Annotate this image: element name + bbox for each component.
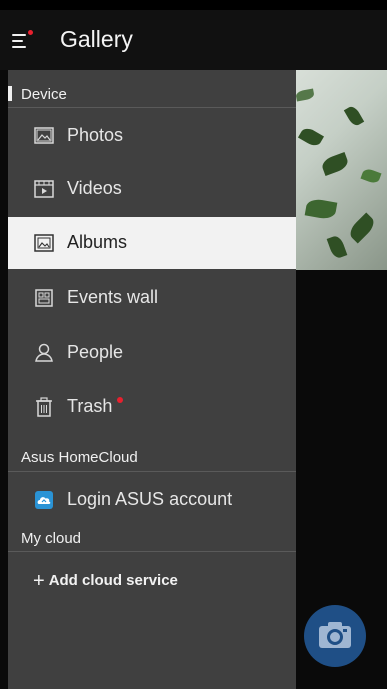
people-icon [35, 343, 53, 362]
notification-dot [28, 30, 33, 35]
app-bar: Gallery [0, 10, 387, 70]
menu-icon[interactable] [12, 30, 33, 50]
camera-icon [319, 622, 351, 648]
divider [8, 551, 296, 552]
status-bar-area [0, 0, 387, 10]
camera-button[interactable] [304, 605, 366, 667]
section-header-homecloud: Asus HomeCloud [21, 449, 138, 466]
divider [8, 107, 296, 108]
video-icon [34, 180, 54, 198]
drawer-item-events-wall[interactable]: Events wall [8, 272, 296, 324]
drawer-item-login-asus[interactable]: Login ASUS account [8, 474, 296, 526]
trash-icon [36, 397, 52, 417]
photo-icon [34, 127, 54, 144]
drawer-item-videos[interactable]: Videos [8, 163, 296, 215]
album-icon [34, 234, 54, 252]
trash-badge [117, 397, 123, 403]
asus-cloud-icon [35, 491, 53, 509]
drawer-item-trash[interactable]: Trash [8, 381, 296, 433]
section-indicator [8, 86, 12, 101]
navigation-drawer: Device Photos Videos Albums Events wall … [8, 70, 296, 689]
app-title: Gallery [60, 26, 133, 52]
drawer-item-people[interactable]: People [8, 327, 296, 379]
drawer-item-photos[interactable]: Photos [8, 110, 296, 162]
events-icon [35, 289, 53, 307]
drawer-item-albums[interactable]: Albums [8, 217, 296, 269]
plus-icon: + [33, 570, 45, 592]
divider [8, 471, 296, 472]
background-photo[interactable] [296, 70, 387, 270]
add-cloud-service-button[interactable]: + Add cloud service [33, 568, 178, 592]
